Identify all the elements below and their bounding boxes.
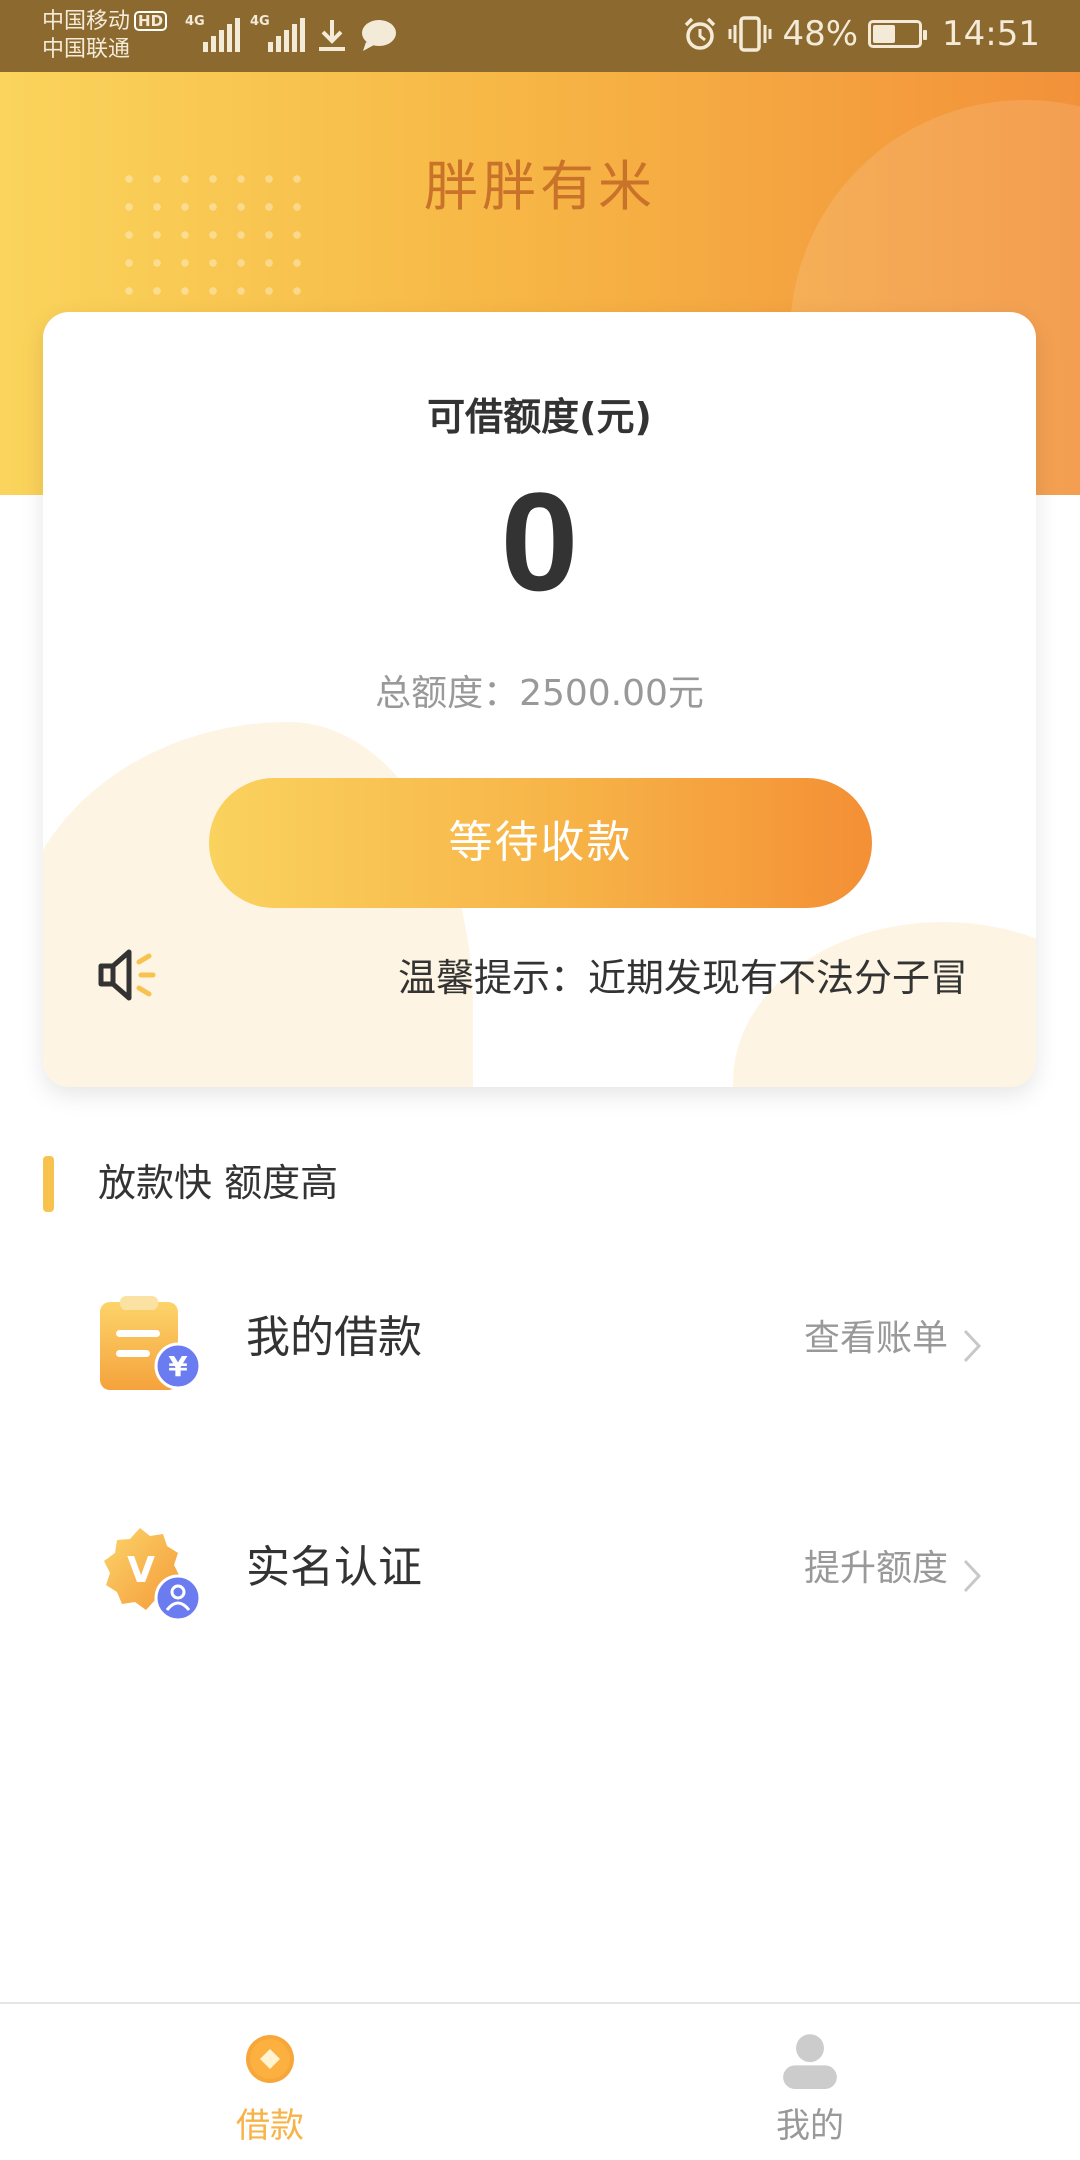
section-accent-bar bbox=[43, 1156, 54, 1212]
my-loan-row[interactable]: ¥ 我的借款 查看账单 bbox=[0, 1272, 1080, 1412]
raise-limit-link[interactable]: 提升额度 bbox=[804, 1544, 948, 1594]
tab-mine[interactable]: 我的 bbox=[540, 2004, 1080, 2160]
message-icon bbox=[362, 20, 396, 51]
carrier-info: 中国移动 HD 中国联通 bbox=[42, 8, 168, 64]
svg-text:¥: ¥ bbox=[168, 1350, 188, 1383]
notice-marquee[interactable]: 温馨提示：近期发现有不法分子冒 bbox=[398, 948, 1023, 1008]
tab-mine-label: 我的 bbox=[776, 2106, 844, 2146]
network-type-2: 4G bbox=[250, 14, 270, 29]
tab-loan-label: 借款 bbox=[236, 2106, 304, 2146]
view-bill-link[interactable]: 查看账单 bbox=[804, 1314, 948, 1364]
svg-text:V: V bbox=[127, 1550, 155, 1591]
alarm-icon bbox=[685, 17, 716, 50]
clock: 14:51 bbox=[942, 14, 1040, 54]
verification-row[interactable]: V 实名认证 提升额度 bbox=[0, 1502, 1080, 1642]
signal-icon: 4G bbox=[185, 14, 241, 52]
network-type-1: 4G bbox=[185, 14, 205, 29]
loan-tab-icon bbox=[246, 2035, 294, 2083]
tab-loan[interactable]: 借款 bbox=[0, 2004, 540, 2160]
my-loan-title: 我的借款 bbox=[246, 1312, 422, 1363]
battery-icon bbox=[868, 20, 928, 48]
carrier-2: 中国联通 bbox=[42, 37, 131, 62]
section-title: 放款快 额度高 bbox=[98, 1161, 339, 1205]
verification-title: 实名认证 bbox=[246, 1542, 422, 1593]
verify-badge-icon: V bbox=[104, 1528, 202, 1622]
vibrate-icon bbox=[728, 16, 772, 52]
signal-icon: 4G bbox=[250, 14, 306, 52]
bottom-nav: 借款 我的 bbox=[0, 2002, 1080, 2160]
battery-percent: 48% bbox=[782, 14, 859, 54]
hd-badge: HD bbox=[134, 11, 168, 31]
loan-document-icon: ¥ bbox=[100, 1296, 202, 1390]
awaiting-payment-button[interactable]: 等待收款 bbox=[209, 778, 872, 908]
speaker-icon bbox=[98, 949, 156, 1001]
status-right: 48% 14:51 bbox=[682, 14, 1040, 54]
total-credit-text: 总额度：2500.00元 bbox=[375, 673, 704, 714]
carrier-1: 中国移动 bbox=[42, 9, 131, 34]
download-icon bbox=[319, 20, 345, 51]
available-credit-amount: 0 bbox=[500, 463, 579, 620]
credit-card: 可借额度(元) 0 总额度：2500.00元 等待收款 温馨提示：近期发现有不法… bbox=[43, 312, 1036, 1087]
chevron-right-icon bbox=[963, 1559, 982, 1593]
available-credit-label: 可借额度(元) bbox=[427, 395, 652, 439]
chevron-right-icon bbox=[963, 1329, 982, 1363]
app-title: 胖胖有米 bbox=[424, 155, 656, 218]
status-bar: 中国移动 HD 中国联通 4G 4G 48% 14:51 bbox=[0, 0, 1080, 72]
profile-icon bbox=[783, 2034, 837, 2089]
